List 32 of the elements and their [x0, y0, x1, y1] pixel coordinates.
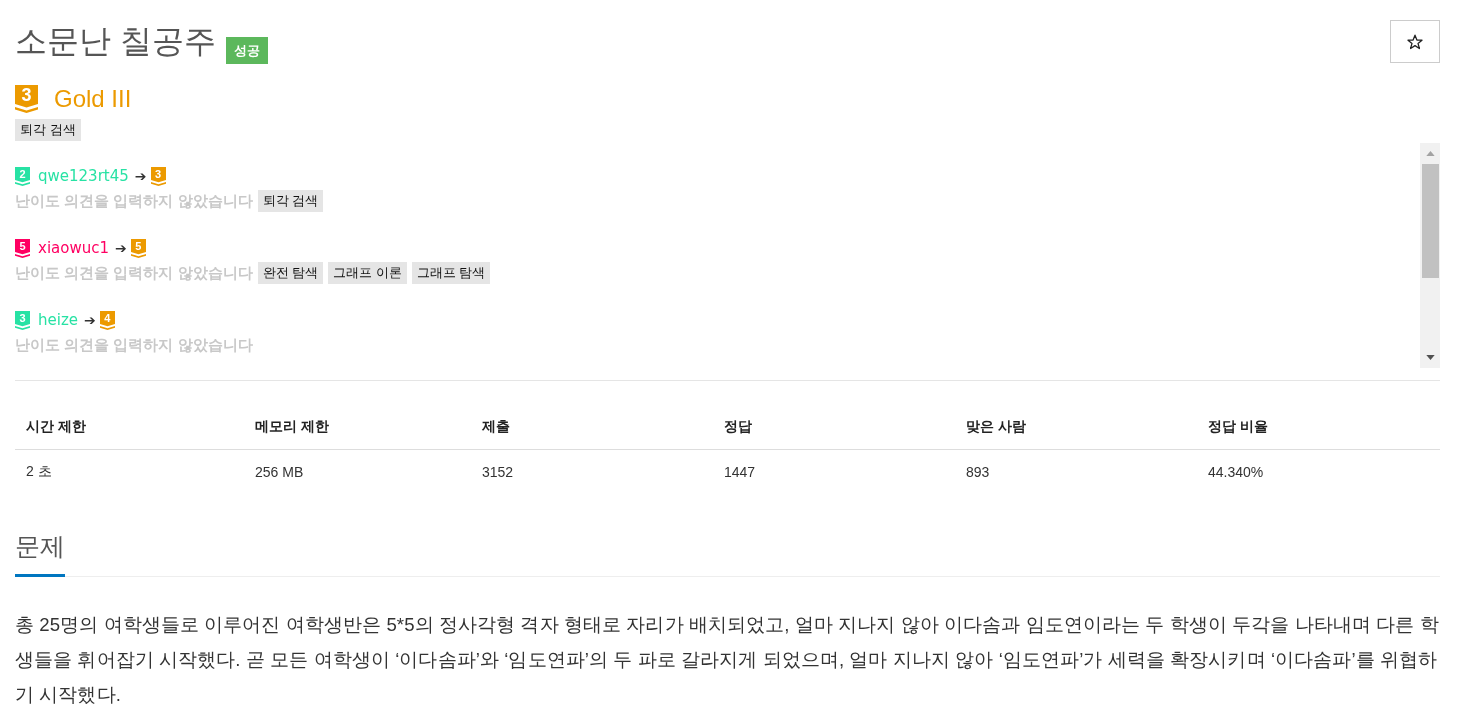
arrow-symbol: ➔	[134, 168, 147, 184]
tier-name: Gold III	[54, 85, 132, 113]
table-cell-text: 893	[965, 464, 991, 480]
scrollbar-thumb[interactable]	[1421, 164, 1439, 278]
column-header: 시간 제한	[25, 418, 87, 436]
algorithm-tag[interactable]: 완전 탐색	[257, 262, 324, 284]
algorithm-tag[interactable]: 퇴각 검색	[257, 190, 324, 212]
table-cell-text: 256 MB	[254, 464, 305, 480]
algorithm-tag[interactable]: 그래프 이론	[328, 262, 407, 284]
table-cell-text: 1447	[723, 464, 757, 480]
algorithm-tag[interactable]: 그래프 탐색	[411, 262, 491, 284]
scroll-up-icon[interactable]	[1425, 151, 1435, 156]
username-link[interactable]: xiaowuc1	[38, 239, 109, 257]
column-header: 제출	[481, 418, 511, 436]
favorite-button[interactable]	[1390, 20, 1440, 63]
column-header: 메모리 제한	[254, 418, 330, 436]
table-cell-text: 44.340%	[1207, 464, 1265, 480]
problem-description: 총 25명의 여학생들로 이루어진 여학생반은 5*5의 정사각형 격자 형태로 자리가 배치되었고, 얼마 지나지 않아 이다솜과 임도연이라는 두 학생이 두각을 나타내며 다른 학생들을 휘어잡기 시작했다. 곧 모든 여학생이 ‘이다솜파’와 ‘임도연파’의 두 파로 갈라지게 되었으며, 얼마 지나지 않아 ‘임도연파’가 세력을 확장시키며 ‘이다솜파’를 위협하기 시작했다.	[15, 613, 1440, 707]
table-cell-text: 2 초	[25, 463, 53, 481]
table-cell-text: 3152	[481, 464, 515, 480]
section-heading: 문제	[15, 528, 65, 577]
problem-title: 소문난 칠공주	[15, 22, 216, 61]
star-icon	[1407, 33, 1423, 50]
algorithm-tag[interactable]: 퇴각 검색	[15, 119, 81, 141]
result-badge: 성공	[225, 37, 268, 64]
scrollbar-track[interactable]	[1420, 143, 1440, 368]
arrow-symbol: ➔	[84, 312, 96, 328]
column-header: 정답	[723, 418, 753, 436]
arrow-symbol: ➔	[115, 240, 127, 256]
column-header: 맞은 사람	[965, 418, 1027, 436]
scroll-down-icon[interactable]	[1425, 355, 1435, 360]
column-header: 정답 비율	[1207, 418, 1269, 436]
